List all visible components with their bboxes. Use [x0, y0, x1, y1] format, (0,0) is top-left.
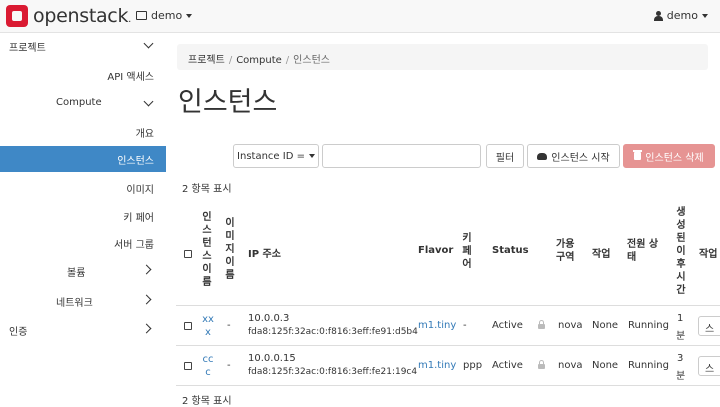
column-header-flavor[interactable]: Flavor — [418, 245, 453, 256]
sidebar-item-overview[interactable]: 개요 — [136, 125, 154, 140]
sidebar-item-label: 인스턴스 — [117, 156, 154, 167]
flavor-link[interactable]: m1.tiny — [418, 320, 456, 331]
sidebar-item-images[interactable]: 이미지 — [126, 181, 154, 196]
item-count: 2 항목 표시 — [182, 184, 232, 195]
caret-down-icon — [308, 154, 315, 158]
image-name: - — [227, 320, 231, 331]
breadcrumb: 프로젝트 / Compute / 인스턴스 — [177, 44, 708, 70]
delete-instances-button[interactable]: 인스턴스 삭제 — [623, 144, 715, 168]
item-count-footer: 2 항목 표시 — [182, 396, 232, 407]
logo-text: openstack — [33, 5, 129, 27]
instance-name-link[interactable]: xxx — [202, 313, 214, 339]
availability-zone: nova — [558, 360, 583, 371]
task: None — [592, 360, 619, 371]
chevron-down-icon — [143, 38, 154, 49]
user-dropdown[interactable]: demo — [653, 9, 708, 22]
table-divider — [176, 345, 720, 346]
column-header-availability-zone[interactable]: 가용 구역 — [556, 238, 574, 264]
lock-icon — [538, 360, 545, 369]
breadcrumb-separator: / — [285, 55, 290, 66]
column-header-actions: 작업 — [699, 249, 718, 260]
top-navbar: openstack. demo demo — [0, 0, 720, 33]
create-snapshot-button[interactable]: 스냅 — [698, 316, 720, 336]
power-state: Running — [628, 360, 669, 371]
flavor-link[interactable]: m1.tiny — [418, 360, 456, 371]
status: Active — [492, 360, 523, 371]
lock-icon — [538, 320, 545, 329]
openstack-logo-icon — [6, 5, 28, 27]
table-divider — [176, 305, 720, 306]
trash-icon — [633, 150, 643, 160]
sidebar-item-key-pairs[interactable]: 키 페어 — [123, 209, 154, 224]
availability-zone: nova — [558, 320, 583, 331]
launch-instance-button[interactable]: 인스턴스 시작 — [527, 144, 620, 168]
row-checkbox[interactable] — [184, 362, 192, 370]
age-unit: 분 — [676, 331, 686, 342]
column-header-age[interactable]: 생성된이후시간 — [675, 206, 687, 297]
column-header-image[interactable]: 이미지이름 — [224, 217, 236, 282]
project-name: demo — [151, 9, 183, 22]
ip-address-v6: fda8:125f:32ac:0:f816:3eff:fe91:d5b4 — [248, 327, 418, 337]
sidebar-item-label: 프로젝트 — [9, 43, 46, 54]
age-value: 3 — [677, 353, 684, 364]
user-icon — [653, 10, 663, 21]
breadcrumb-item-project[interactable]: 프로젝트 — [188, 55, 225, 66]
logo-dot: . — [128, 14, 132, 25]
page-title: 인스턴스 — [178, 87, 278, 118]
key-pair: - — [463, 320, 467, 331]
chevron-right-icon — [141, 264, 152, 275]
launch-instance-label: 인스턴스 시작 — [551, 152, 610, 164]
sidebar-item-server-groups[interactable]: 서버 그룹 — [114, 236, 154, 251]
breadcrumb-item-compute[interactable]: Compute — [236, 55, 282, 66]
project-icon — [136, 11, 147, 20]
age-unit: 분 — [676, 371, 686, 382]
ip-address-v6: fda8:125f:32ac:0:f816:3eff:fe21:19c4 — [248, 367, 418, 377]
column-header-task[interactable]: 작업 — [592, 245, 610, 260]
sidebar-item-label: 볼륨 — [67, 268, 86, 279]
sidebar-item-api-access[interactable]: API 액세스 — [107, 68, 154, 83]
project-dropdown[interactable]: demo — [136, 9, 193, 22]
sidebar-item-label: 인증 — [9, 327, 28, 338]
select-all-checkbox[interactable] — [184, 250, 192, 258]
sidebar-item-instances[interactable]: 인스턴스 — [0, 146, 166, 172]
sidebar: 프로젝트 API 액세스 Compute 개요 인스턴스 이미지 키 페어 서버… — [0, 33, 166, 407]
filter-button[interactable]: 필터 — [486, 144, 524, 168]
filter-field-select[interactable]: Instance ID = — [233, 144, 319, 168]
instance-name-link[interactable]: ccc — [202, 353, 214, 379]
openstack-logo[interactable]: openstack. — [6, 5, 131, 27]
sidebar-item-label: Compute — [56, 97, 102, 108]
breadcrumb-item-current: 인스턴스 — [293, 55, 330, 66]
power-state: Running — [628, 320, 669, 331]
breadcrumb-separator: / — [228, 55, 233, 66]
column-header-name[interactable]: 인스턴스이름 — [201, 211, 213, 289]
filter-button-label: 필터 — [495, 152, 515, 164]
chevron-down-icon — [143, 96, 154, 107]
user-name: demo — [666, 9, 698, 22]
ip-address-v4: 10.0.0.15 — [248, 353, 296, 364]
sidebar-item-label: 네트워크 — [56, 298, 93, 309]
row-checkbox[interactable] — [184, 322, 192, 330]
age-value: 1 — [677, 313, 684, 324]
filter-input[interactable] — [322, 144, 481, 168]
table-divider — [176, 385, 720, 386]
filter-field-label: Instance ID = — [237, 150, 305, 162]
image-name: - — [227, 360, 231, 371]
chevron-right-icon — [141, 294, 152, 305]
column-header-key-pair[interactable]: 키페어 — [461, 232, 473, 271]
delete-instances-label: 인스턴스 삭제 — [645, 152, 704, 164]
create-snapshot-button[interactable]: 스냅 — [698, 356, 720, 376]
column-header-power-state[interactable]: 전원 상 태 — [627, 238, 658, 264]
caret-down-icon — [702, 13, 708, 18]
column-header-status[interactable]: Status — [492, 245, 529, 256]
status: Active — [492, 320, 523, 331]
ip-address-v4: 10.0.0.3 — [248, 313, 290, 324]
column-header-ip[interactable]: IP 주소 — [248, 245, 281, 260]
caret-down-icon — [186, 13, 193, 18]
cloud-upload-icon — [537, 152, 548, 160]
task: None — [592, 320, 619, 331]
chevron-right-icon — [141, 323, 152, 334]
key-pair: ppp — [463, 360, 483, 371]
